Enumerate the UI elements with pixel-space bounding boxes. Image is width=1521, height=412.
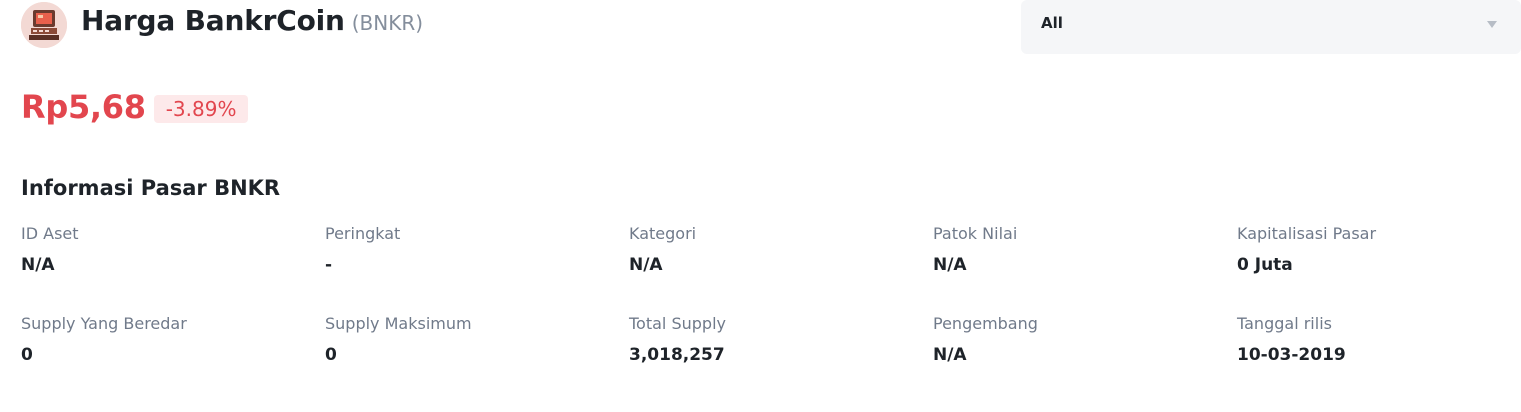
market-info-item: ID Aset N/A	[21, 224, 321, 275]
market-info-label: Supply Yang Beredar	[21, 314, 187, 333]
current-price: Rp5,68	[21, 88, 146, 126]
market-info-item: Supply Yang Beredar 0	[21, 314, 321, 365]
market-info-item: Supply Maksimum 0	[325, 314, 625, 365]
market-info-value: N/A	[21, 255, 55, 275]
market-info-value: -	[325, 255, 333, 275]
market-info-item: Total Supply 3,018,257	[629, 314, 929, 365]
filter-selected-value: All	[1041, 14, 1063, 32]
market-info-label: Peringkat	[325, 224, 401, 243]
market-info-item: Pengembang N/A	[933, 314, 1233, 365]
market-info-label: Pengembang	[933, 314, 1038, 333]
market-info-item: Kapitalisasi Pasar 0 Juta	[1237, 224, 1521, 275]
market-info-value: N/A	[933, 255, 967, 275]
market-info-label: ID Aset	[21, 224, 79, 243]
page-title: Harga BankrCoin	[81, 4, 345, 37]
market-info-item: Patok Nilai N/A	[933, 224, 1233, 275]
market-info-label: Total Supply	[629, 314, 726, 333]
market-info-value: N/A	[933, 345, 967, 365]
market-info-value: 0 Juta	[1237, 255, 1293, 275]
market-info-label: Supply Maksimum	[325, 314, 472, 333]
bankrcoin-logo-icon	[21, 2, 67, 48]
market-info-item: Peringkat -	[325, 224, 625, 275]
caret-down-icon	[1487, 21, 1497, 28]
market-info-value: 10-03-2019	[1237, 345, 1346, 365]
coin-price-page: Harga BankrCoin (BNKR) All Rp5,68 -3.89%…	[0, 0, 1521, 412]
price-change-badge: -3.89%	[153, 95, 249, 123]
market-info-label: Kapitalisasi Pasar	[1237, 224, 1377, 243]
market-info-label: Tanggal rilis	[1237, 314, 1332, 333]
market-info-item: Tanggal rilis 10-03-2019	[1237, 314, 1521, 365]
market-info-label: Patok Nilai	[933, 224, 1018, 243]
market-info-value: 0	[325, 345, 337, 365]
coin-symbol: (BNKR)	[351, 11, 424, 35]
price-row: Rp5,68 -3.89%	[21, 88, 249, 126]
market-info-item: Kategori N/A	[629, 224, 929, 275]
market-info-label: Kategori	[629, 224, 697, 243]
filter-select[interactable]: All	[1021, 0, 1521, 54]
market-info-value: 3,018,257	[629, 345, 725, 365]
market-info-value: 0	[21, 345, 33, 365]
coin-title-group: Harga BankrCoin (BNKR)	[81, 4, 423, 37]
market-info-title: Informasi Pasar BNKR	[21, 176, 281, 200]
market-info-value: N/A	[629, 255, 663, 275]
